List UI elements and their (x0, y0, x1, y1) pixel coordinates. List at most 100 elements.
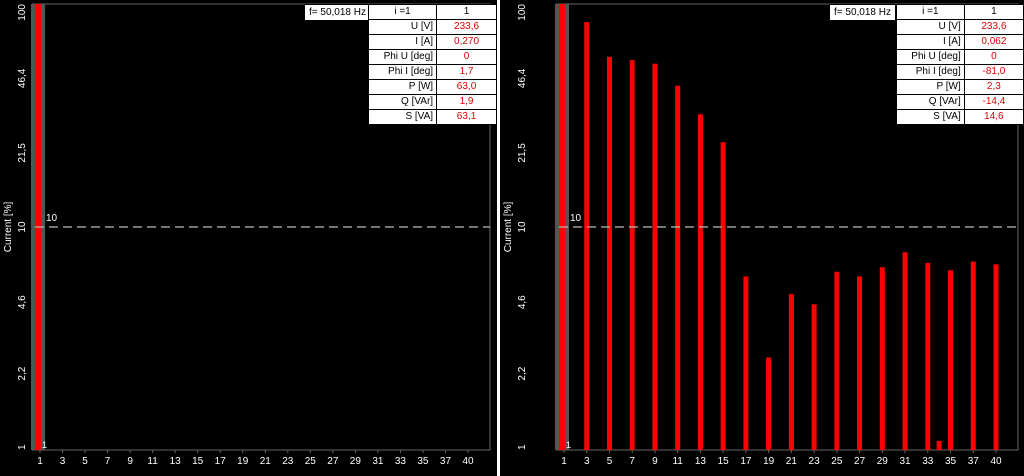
x-tick-label: 1 (37, 456, 43, 467)
harmonic-bar-15 (720, 142, 726, 450)
x-tick-label: 9 (652, 456, 658, 467)
reference-line-label: 10 (46, 213, 58, 224)
x-tick-label: 5 (607, 456, 613, 467)
reference-line-label: 10 (570, 213, 582, 224)
x-tick-label: 40 (462, 456, 474, 467)
row-label: Q [VAr] (896, 94, 965, 110)
row-label: P [W] (896, 79, 965, 95)
x-tick-label: 31 (372, 456, 384, 467)
row-label: U [V] (896, 19, 965, 35)
x-tick-label: 7 (629, 456, 635, 467)
harmonic-bar-9 (652, 63, 658, 450)
x-tick-label: 33 (922, 456, 934, 467)
x-tick-label: 13 (695, 456, 707, 467)
y-tick-label: 21,5 (517, 143, 528, 163)
harmonic-bar-5 (606, 56, 612, 451)
row-label: P [W] (367, 79, 438, 95)
x-tick-label: 9 (127, 456, 133, 467)
row-value: -81,0 (963, 64, 1024, 80)
row-value: 2,3 (963, 79, 1024, 95)
harmonic-value-header: 1 (436, 4, 497, 20)
x-tick-label: 5 (82, 456, 88, 467)
y-tick-label: 4,6 (17, 295, 28, 309)
harmonic-index-header: i =1 (367, 4, 438, 20)
row-value: 233,6 (963, 19, 1024, 35)
y-axis-title: Current [%] (503, 201, 514, 252)
y-axis-title: Current [%] (3, 201, 14, 252)
harmonic-bar-25 (834, 271, 840, 450)
row-label: I [A] (367, 34, 438, 50)
x-tick-label: 31 (899, 456, 911, 467)
harmonic-value-header: 1 (963, 4, 1024, 20)
harmonic-bar-33 (925, 262, 931, 450)
x-tick-label: 37 (968, 456, 980, 467)
row-value: 0 (436, 49, 497, 65)
harmonic-bar-13 (697, 114, 703, 450)
x-tick-label: 27 (854, 456, 866, 467)
y-tick-label: 21,5 (17, 143, 28, 163)
row-label: Phi U [deg] (367, 49, 438, 65)
y-tick-label: 100 (517, 4, 528, 21)
row-value: 0,270 (436, 34, 497, 50)
harmonic-bar-37 (970, 261, 976, 450)
fundamental-label: 1 (42, 440, 47, 450)
y-tick-label: 1 (517, 444, 528, 450)
frequency-readout: f= 50,018 Hz (829, 4, 896, 21)
row-value: -14,4 (963, 94, 1024, 110)
row-label: Q [VAr] (367, 94, 438, 110)
x-tick-label: 23 (282, 456, 294, 467)
row-label: I [A] (896, 34, 965, 50)
row-value: 1,7 (436, 64, 497, 80)
harmonic-bar-27 (857, 276, 863, 450)
row-value: 14,6 (963, 109, 1024, 125)
y-tick-label: 46,4 (517, 68, 528, 88)
x-tick-label: 17 (215, 456, 227, 467)
y-tick-label: 2,2 (517, 366, 528, 380)
x-tick-label: 13 (170, 456, 182, 467)
x-tick-label: 29 (350, 456, 362, 467)
x-tick-label: 11 (672, 456, 683, 467)
row-value: 63,0 (436, 79, 497, 95)
x-tick-label: 17 (740, 456, 752, 467)
right-harmonics-panel: Current [%] 100 46,4 21,5 10 4,6 2,2 1 10 1 1 3 5 7 9 1… (500, 0, 1024, 476)
x-tick-label: 15 (192, 456, 204, 467)
harmonic-bar-3 (584, 22, 590, 450)
row-label: Phi I [deg] (896, 64, 965, 80)
harmonic-index-header: i =1 (896, 4, 965, 20)
harmonic-bar-39 (993, 264, 999, 450)
left-harmonics-panel: Current [%] 100 46,4 21,5 10 4,6 2,2 1 10 1 1 3 5 7 9 1… (0, 0, 497, 476)
measurement-table: i =1 1 U [V] 233,6 I [A] 0,270 Phi U [deg]… (367, 4, 497, 125)
y-tick-label: 4,6 (517, 295, 528, 309)
y-tick-label: 1 (17, 444, 28, 450)
row-value: 0 (963, 49, 1024, 65)
row-value: 63,1 (436, 109, 497, 125)
fundamental-label: 1 (566, 440, 571, 450)
harmonic-bar-19 (766, 357, 772, 450)
x-tick-label: 27 (327, 456, 339, 467)
x-tick-label: 37 (440, 456, 452, 467)
harmonic-bar-23 (811, 304, 817, 450)
y-tick-label: 10 (517, 221, 528, 233)
frequency-readout: f= 50,018 Hz (304, 4, 371, 21)
y-tick-label: 100 (17, 4, 28, 21)
x-tick-label: 35 (945, 456, 957, 467)
x-tick-label: 19 (237, 456, 249, 467)
x-tick-label: 23 (809, 456, 821, 467)
y-tick-label: 10 (17, 221, 28, 233)
harmonic-bar-21 (788, 294, 794, 450)
x-tick-label: 11 (147, 456, 158, 467)
row-label: S [VA] (896, 109, 965, 125)
harmonic-bar-29 (879, 267, 885, 450)
x-tick-label: 15 (718, 456, 730, 467)
x-tick-label: 19 (763, 456, 775, 467)
harmonic-bar-7 (629, 60, 635, 451)
row-label: U [V] (367, 19, 438, 35)
harmonic-bar-31 (902, 252, 908, 450)
x-tick-label: 33 (395, 456, 407, 467)
x-tick-label: 40 (990, 456, 1002, 467)
y-tick-label: 2,2 (17, 366, 28, 380)
x-tick-label: 25 (305, 456, 317, 467)
x-tick-label: 35 (417, 456, 429, 467)
x-tick-label: 21 (260, 456, 272, 467)
x-tick-label: 3 (60, 456, 66, 467)
